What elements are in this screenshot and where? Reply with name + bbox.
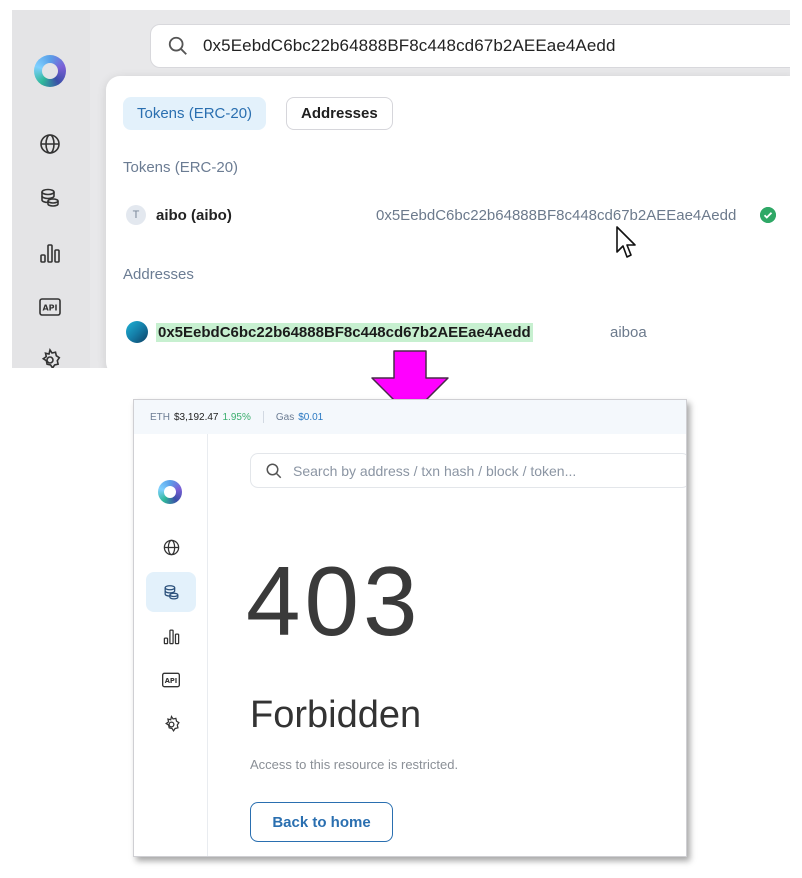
address-avatar [126,321,148,343]
token-address: 0x5EebdC6bc22b64888BF8c448cd67b2AEEae4Ae… [376,206,737,224]
svg-text:API: API [42,304,57,313]
gas-price: $0.01 [298,411,324,423]
sidebar-item-settings[interactable] [146,704,196,744]
before-screenshot: API 0x5EebdC6bc22b64888BF8c448cd67b2AEEa… [12,10,790,368]
search-query: 0x5EebdC6bc22b64888BF8c448cd67b2AEEae4Ae… [203,36,616,55]
tokens-section-title: Tokens (ERC-20) [123,159,239,176]
gas-label: Gas [275,411,295,423]
token-name: aibo (aibo) [156,206,232,224]
search-icon [168,36,187,55]
addresses-section-title: Addresses [123,266,194,283]
sidebar-item-globe[interactable] [146,527,196,567]
address-hash: 0x5EebdC6bc22b64888BF8c448cd67b2AEEae4Ae… [156,322,533,342]
token-badge-icon: T [126,205,146,225]
gear-icon[interactable] [38,348,62,368]
globe-icon[interactable] [38,132,62,156]
api-icon: API [162,672,180,688]
address-result-row[interactable]: 0x5EebdC6bc22b64888BF8c448cd67b2AEEae4Ae… [126,318,786,346]
ticker-divider [262,411,264,423]
token-result-row[interactable]: T aibo (aibo) 0x5EebdC6bc22b64888BF8c448… [126,201,786,229]
search-icon [266,463,282,478]
coins-icon [164,584,178,599]
app-logo[interactable] [34,55,66,87]
after-screenshot: ETH $3,192.47 1.95% Gas $0.01 API Search… [133,399,687,857]
svg-text:API: API [165,677,178,685]
error-code: 403 [246,546,422,656]
search-input[interactable]: 0x5EebdC6bc22b64888BF8c448cd67b2AEEae4Ae… [150,24,790,68]
sidebar-item-charts[interactable] [146,616,196,656]
search-input[interactable]: Search by address / txn hash / block / t… [250,453,686,488]
verified-check-icon [760,207,776,223]
sidebar-item-api[interactable]: API [146,660,196,700]
sidebar: API [12,10,90,368]
price-ticker: ETH $3,192.47 1.95% Gas $0.01 [134,400,686,434]
globe-icon [163,539,179,555]
eth-label: ETH [150,411,170,423]
eth-price: $3,192.47 [174,411,219,423]
eth-change: 1.95% [222,411,251,423]
error-message: Access to this resource is restricted. [250,757,459,772]
mouse-cursor-icon [616,226,636,258]
api-icon[interactable]: API [38,295,62,319]
gear-icon [164,714,180,732]
tab-tokens[interactable]: Tokens (ERC-20) [123,97,267,130]
address-label: aiboa [610,323,647,341]
coins-icon[interactable] [38,186,62,210]
sidebar: API [134,434,208,856]
error-title: Forbidden [250,694,422,736]
chart-icon[interactable] [38,241,62,265]
search-placeholder: Search by address / txn hash / block / t… [293,462,577,479]
search-results-dropdown: Tokens (ERC-20) Addresses Tokens (ERC-20… [106,76,790,368]
back-to-home-button[interactable]: Back to home [250,802,393,842]
sidebar-item-tokens[interactable] [146,572,196,612]
tab-addresses[interactable]: Addresses [286,97,393,130]
chart-icon [163,629,179,644]
app-logo[interactable] [158,480,182,504]
